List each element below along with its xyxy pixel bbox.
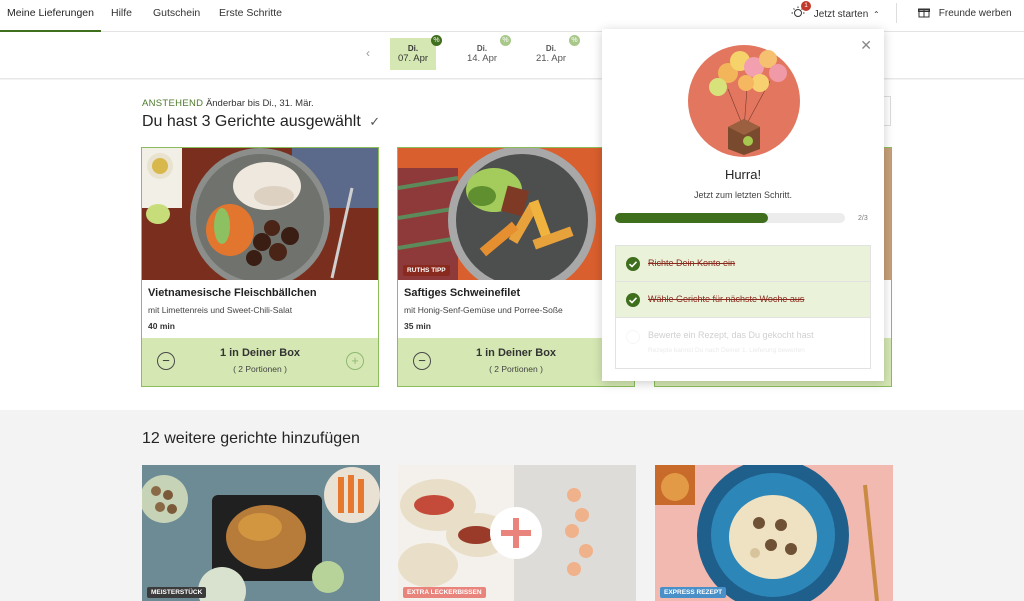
step-label: Bewerte ein Rezept, das Du gekocht hast <box>648 330 814 340</box>
date-day: Di. <box>545 44 557 53</box>
check-circle-icon <box>626 293 640 307</box>
chevron-left-icon[interactable]: ‹ <box>366 46 370 60</box>
step-label: Wähle Gerichte für nächste Woche aus <box>648 294 805 304</box>
popup-title: Hurra! <box>724 167 762 182</box>
recipe-subtitle: mit Honig-Senf-Gemüse und Porree-Soße <box>404 305 563 315</box>
nav-divider <box>896 3 897 23</box>
progress-label: 2/3 <box>858 215 868 222</box>
gift-icon <box>918 8 930 18</box>
recipe-card[interactable]: Vietnamesische Fleischbällchen mit Limet… <box>141 147 379 387</box>
box-quantity-bar: − 1 in Deiner Box ( 2 Portionen ) <box>398 338 634 386</box>
get-started-label: Jetzt starten <box>813 9 869 20</box>
box-count: 1 in Deiner Box <box>475 347 557 359</box>
onboarding-progress-bar <box>615 213 845 223</box>
portion-count: ( 2 Portionen ) <box>233 364 287 374</box>
top-navigation: Meine Lieferungen Hilfe Gutschein Erste … <box>0 0 1024 32</box>
nav-erste-schritte[interactable]: Erste Schritte <box>219 0 282 32</box>
recipe-title[interactable]: Vietnamesische Fleischbällchen <box>148 287 317 299</box>
plus-button[interactable]: + <box>346 352 364 370</box>
editable-until: Änderbar bis Di., 31. Mär. <box>205 98 314 109</box>
onboarding-step[interactable]: Richte Dein Konto ein <box>616 246 870 282</box>
notification-badge: 1 <box>801 1 811 11</box>
box-count: 1 in Deiner Box <box>219 347 301 359</box>
selected-heading: Du hast 3 Gerichte ausgewählt ✓ <box>142 113 380 131</box>
balloon-box-illustration <box>688 45 800 157</box>
step-label: Richte Dein Konto ein <box>648 258 736 268</box>
date-value: 21. Apr <box>535 53 567 64</box>
recipe-badge: RUTHS TIPP <box>403 265 450 276</box>
nav-hilfe[interactable]: Hilfe <box>111 0 132 32</box>
check-icon: ✓ <box>369 114 381 129</box>
nav-meine-lieferungen[interactable]: Meine Lieferungen <box>0 0 101 32</box>
add-more-section: 12 weitere gerichte hinzufügen MEISTERST… <box>0 411 1024 601</box>
recipe-badge: MEISTERSTÜCK <box>147 587 207 598</box>
discount-icon: % <box>500 35 511 46</box>
recipe-subtitle: mit Limettenreis und Sweet-Chili-Salat <box>148 305 293 315</box>
progress-fill <box>615 213 769 223</box>
recipe-time: 35 min <box>404 321 431 331</box>
recipe-image: RUTHS TIPP <box>398 148 634 280</box>
refer-label: Freunde werben <box>938 8 1012 19</box>
recipe-card[interactable]: RUTHS TIPP Saftiges Schweinefilet mit Ho… <box>397 147 635 387</box>
recipe-image <box>142 465 380 601</box>
delivery-status-line: ANSTEHEND Änderbar bis Di., 31. Mär. <box>142 98 314 109</box>
date-option[interactable]: Di. 21. Apr % <box>528 35 580 70</box>
date-day: Di. <box>476 44 488 53</box>
discount-icon: % <box>569 35 580 46</box>
onboarding-step[interactable]: Wähle Gerichte für nächste Woche aus <box>616 282 870 318</box>
nav-gutschein[interactable]: Gutschein <box>153 0 200 32</box>
close-icon[interactable]: ✕ <box>860 37 872 54</box>
recipe-image <box>142 148 378 280</box>
box-quantity-bar: − 1 in Deiner Box ( 2 Portionen ) + <box>142 338 378 386</box>
check-circle-icon <box>626 257 640 271</box>
step-hint: Rezepte kannst Du nach Deiner 1. Lieferu… <box>648 347 805 354</box>
recipe-time: 40 min <box>148 321 175 331</box>
empty-circle-icon <box>626 330 640 344</box>
date-day: Di. <box>407 44 419 53</box>
add-more-heading: 12 weitere gerichte hinzufügen <box>142 430 360 447</box>
recipe-badge: EXPRESS REZEPT <box>660 587 727 598</box>
recipe-card[interactable]: EXTRA LECKERBISSEN <box>398 465 636 601</box>
onboarding-step[interactable]: Bewerte ein Rezept, das Du gekocht hast … <box>616 318 870 368</box>
onboarding-popup: ✕ Hurra! Jetzt zum letzten Schritt. 2/3 … <box>602 29 884 381</box>
selected-heading-text: Du hast 3 Gerichte ausgewählt <box>142 113 361 130</box>
popup-subtitle: Jetzt zum letzten Schritt. <box>693 190 793 200</box>
portion-count: ( 2 Portionen ) <box>489 364 543 374</box>
discount-icon: % <box>431 35 442 46</box>
recipe-card[interactable]: MEISTERSTÜCK <box>142 465 380 601</box>
date-option[interactable]: Di. 14. Apr % <box>459 35 511 70</box>
recipe-title[interactable]: Saftiges Schweinefilet <box>404 287 520 299</box>
recipe-badge: EXTRA LECKERBISSEN <box>403 587 486 598</box>
date-option[interactable]: Di. 07. Apr % <box>390 35 442 70</box>
date-value: 14. Apr <box>466 53 498 64</box>
recipe-image <box>398 465 636 601</box>
chevron-up-icon: ⌃ <box>873 10 880 19</box>
recipe-image <box>655 465 893 601</box>
get-started-menu[interactable]: 1 Jetzt starten ⌃ <box>791 1 880 20</box>
status-tag: ANSTEHEND <box>142 98 204 109</box>
onboarding-steps-list: Richte Dein Konto ein Wähle Gerichte für… <box>615 245 871 369</box>
recipe-card[interactable]: EXPRESS REZEPT <box>655 465 893 601</box>
date-value: 07. Apr <box>397 53 429 64</box>
refer-friends-link[interactable]: Freunde werben <box>918 6 1012 19</box>
